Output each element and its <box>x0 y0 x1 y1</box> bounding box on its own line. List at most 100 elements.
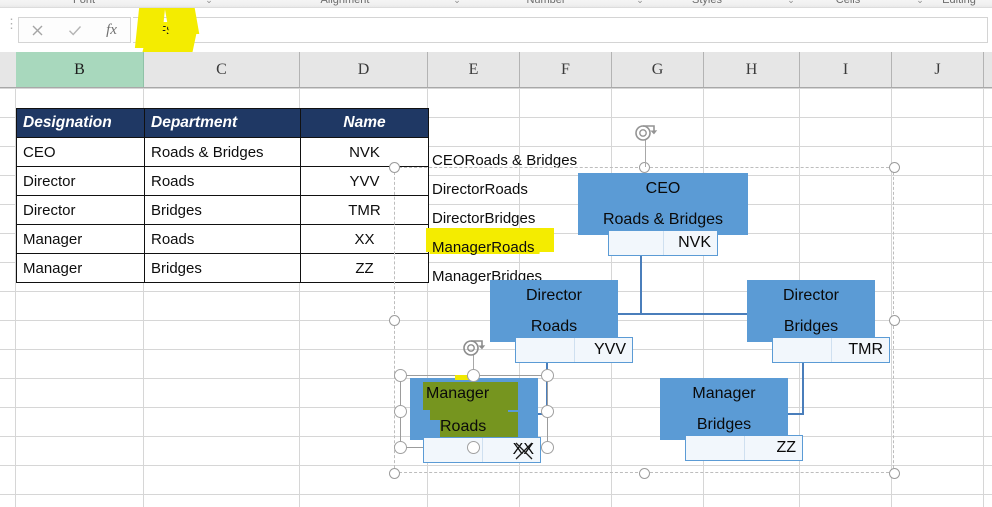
column-header-h[interactable]: H <box>704 52 800 87</box>
dialog-launcher-icon[interactable]: ⌄ <box>787 0 795 6</box>
name-box-divider <box>663 231 664 255</box>
table-row[interactable]: CEO Roads & Bridges NVK <box>16 137 429 167</box>
node-dr-name: YVV <box>593 341 626 358</box>
table-row[interactable]: Director Roads YVV <box>16 166 429 196</box>
node-db-name-box[interactable]: TMR <box>772 337 890 363</box>
cell-department[interactable]: Roads <box>144 224 301 254</box>
cell-designation[interactable]: Manager <box>16 253 145 283</box>
formula-bar-row: ⋮ fx =$E$6 <box>0 8 992 70</box>
column-header-i[interactable]: I <box>800 52 892 87</box>
node-mb-title: Manager <box>692 384 756 402</box>
name-box-divider <box>574 338 575 362</box>
node-mr-title-overlay: Manager <box>426 385 490 402</box>
column-header-f[interactable]: F <box>520 52 612 87</box>
smartart-handle-w[interactable] <box>389 315 400 326</box>
manager-roads-handle-n[interactable] <box>467 369 480 382</box>
node-director-bridges[interactable]: Director Bridges <box>747 280 875 342</box>
table-row[interactable]: Director Bridges TMR <box>16 195 429 225</box>
column-header-e[interactable]: E <box>428 52 520 87</box>
manager-roads-handle-w[interactable] <box>394 405 407 418</box>
node-db-name: TMR <box>848 341 883 358</box>
manager-roads-handle-e[interactable] <box>541 405 554 418</box>
column-header-c[interactable]: C <box>144 52 300 87</box>
ribbon-group-font: Font <box>72 0 96 6</box>
employee-table: Designation Department Name CEO Roads & … <box>16 108 429 283</box>
name-box-divider <box>831 338 832 362</box>
ribbon-group-styles: Styles <box>692 0 722 6</box>
cell-designation[interactable]: CEO <box>16 137 145 167</box>
node-mr-dept-overlay: Roads <box>440 418 487 435</box>
node-dr-name-box[interactable]: YVV <box>515 337 633 363</box>
node-dr-dept: Roads <box>530 317 578 335</box>
cell-designation[interactable]: Director <box>16 166 145 196</box>
name-box-divider <box>482 438 483 462</box>
excel-window: Font Alignment Number Styles Cells Editi… <box>0 0 992 507</box>
cell-department[interactable]: Bridges <box>144 195 301 225</box>
cell-department[interactable]: Roads & Bridges <box>144 137 301 167</box>
column-header-d[interactable]: D <box>300 52 428 87</box>
ribbon-group-cells: Cells <box>835 0 861 6</box>
gridline-horizontal <box>0 88 992 89</box>
gridline-vertical <box>983 88 984 507</box>
dialog-launcher-icon[interactable]: ⌄ <box>636 0 644 6</box>
formula-bar-buttons: fx <box>18 17 131 43</box>
cell-e5[interactable]: ManagerRoads <box>429 233 535 262</box>
header-designation: Designation <box>16 108 145 138</box>
node-ceo[interactable]: CEO Roads & Bridges <box>578 173 748 235</box>
node-director-roads[interactable]: Director Roads <box>490 280 618 342</box>
fx-label: fx <box>106 21 117 38</box>
namebox-grip-icon: ⋮ <box>5 16 18 31</box>
cell-name[interactable]: NVK <box>300 137 429 167</box>
marker-strike-xx <box>512 440 538 467</box>
node-db-dept: Bridges <box>783 317 839 335</box>
cell-department[interactable]: Roads <box>144 166 301 196</box>
manager-roads-handle-ne[interactable] <box>541 369 554 382</box>
smartart-handle-s[interactable] <box>639 468 650 479</box>
manager-roads-handle-sw[interactable] <box>394 441 407 454</box>
node-ceo-title: CEO <box>645 179 681 197</box>
cell-department[interactable]: Bridges <box>144 253 301 283</box>
dialog-launcher-icon[interactable]: ⌄ <box>205 0 213 6</box>
node-mb-name-box[interactable]: ZZ <box>685 435 803 461</box>
node-mb-name: ZZ <box>776 439 796 456</box>
smartart-handle-nw[interactable] <box>389 162 400 173</box>
smartart-handle-se[interactable] <box>889 468 900 479</box>
name-box-divider <box>744 436 745 460</box>
dialog-launcher-icon[interactable]: ⌄ <box>916 0 924 6</box>
table-header-row: Designation Department Name <box>16 108 429 138</box>
header-department: Department <box>144 108 301 138</box>
manager-roads-rotate-icon[interactable] <box>460 338 486 363</box>
cancel-formula-icon[interactable] <box>21 18 54 42</box>
column-header-j[interactable]: J <box>892 52 984 87</box>
manager-roads-handle-se[interactable] <box>541 441 554 454</box>
node-manager-bridges[interactable]: Manager Bridges <box>660 378 788 440</box>
ribbon-group-editing: Editing <box>942 0 976 6</box>
ribbon-group-number: Number <box>526 0 566 6</box>
enter-formula-icon[interactable] <box>58 18 91 42</box>
formula-input[interactable]: =$E$6 <box>133 17 988 43</box>
node-ceo-dept: Roads & Bridges <box>602 210 724 228</box>
dialog-launcher-icon[interactable]: ⌄ <box>453 0 461 6</box>
manager-roads-handle-nw[interactable] <box>394 369 407 382</box>
node-ceo-name: NVK <box>678 234 711 251</box>
insert-function-icon[interactable]: fx <box>95 18 128 42</box>
column-header-b[interactable]: B <box>16 52 144 87</box>
smartart-handle-e[interactable] <box>889 315 900 326</box>
table-row[interactable]: Manager Bridges ZZ <box>16 253 429 283</box>
ribbon-strip: Font Alignment Number Styles Cells Editi… <box>0 0 992 8</box>
node-mb-dept: Bridges <box>696 415 752 433</box>
gridline-horizontal <box>0 494 992 495</box>
node-dr-title: Director <box>525 286 582 304</box>
formula-value: =$E$6 <box>141 21 183 39</box>
header-name: Name <box>300 108 429 138</box>
ribbon-group-alignment: Alignment <box>320 0 370 6</box>
cell-designation[interactable]: Manager <box>16 224 145 254</box>
smartart-handle-ne[interactable] <box>889 162 900 173</box>
node-ceo-name-box[interactable]: NVK <box>608 230 718 256</box>
cell-designation[interactable]: Director <box>16 195 145 225</box>
manager-roads-handle-s[interactable] <box>467 441 480 454</box>
smartart-handle-sw[interactable] <box>389 468 400 479</box>
column-header-g[interactable]: G <box>612 52 704 87</box>
smartart-rotate-icon[interactable] <box>632 123 658 148</box>
table-row[interactable]: Manager Roads XX <box>16 224 429 254</box>
